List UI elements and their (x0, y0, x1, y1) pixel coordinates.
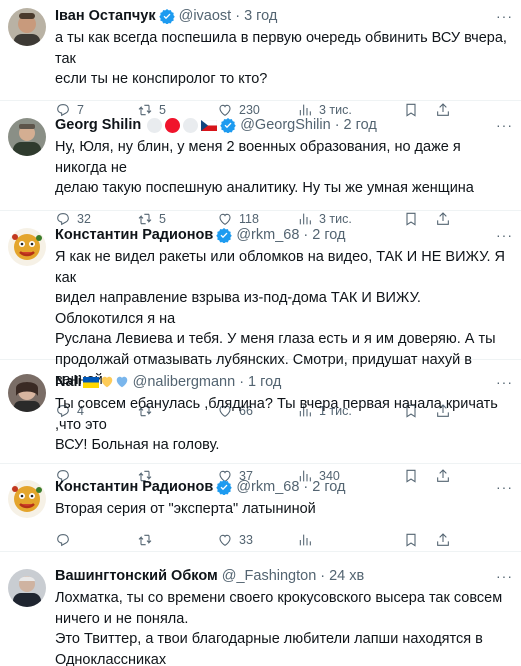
author-name[interactable]: Константин Радионов (55, 225, 213, 245)
tweet-text: Ну, Юля, ну блин, у меня 2 военных образ… (55, 139, 474, 196)
like-button[interactable]: 33 (217, 532, 297, 548)
author-handle[interactable]: @rkm_68 (236, 225, 299, 245)
tweet-text: Вторая серия от "эксперта" латыниной (55, 501, 316, 517)
separator-dot: · (320, 568, 326, 584)
reply-icon (57, 533, 69, 546)
tweet-text: Ты совсем ебанулась ,блядина? Ты вчера п… (55, 396, 498, 453)
views-button[interactable] (297, 532, 383, 548)
author-handle[interactable]: @ivaost (179, 6, 232, 26)
tweet-header: Nali @nalibergmann · 1 год ··· (55, 372, 513, 392)
heart-icon (219, 534, 231, 546)
tweet[interactable]: Константин Радионов @rkm_68 · 2 год ··· … (0, 464, 521, 552)
tweet-header: Вашингтонский Обком @_Fashington · 24 хв… (55, 566, 513, 586)
retweet-icon (138, 534, 152, 545)
czech-flag-icon (201, 119, 218, 131)
share-icon (437, 532, 449, 546)
timestamp[interactable]: 2 год (344, 115, 377, 135)
author-handle[interactable]: @nalibergmann (133, 372, 236, 392)
verified-badge-icon (158, 9, 175, 24)
verified-badge-icon (216, 480, 233, 495)
verified-badge-icon (216, 228, 233, 243)
white-circle-icon (183, 117, 199, 133)
separator-dot: · (303, 227, 309, 243)
tweet[interactable]: Вашингтонский Обком @_Fashington · 24 хв… (0, 552, 521, 666)
author-name[interactable]: Вашингтонский Обком (55, 566, 218, 586)
more-options-icon[interactable]: ··· (496, 225, 513, 245)
tweet-header: Константин Радионов @rkm_68 · 2 год ··· (55, 477, 513, 497)
author-name[interactable]: Іван Остапчук (55, 6, 156, 26)
avatar[interactable] (8, 480, 46, 518)
author-name[interactable]: Nali (55, 372, 82, 392)
verified-badge-icon (220, 118, 236, 133)
tweet-text: Лохматка, ты со времени своего крокусовс… (55, 590, 503, 666)
tweet[interactable]: Nali @nalibergmann · 1 год ··· Ты совсем… (0, 360, 521, 483)
timestamp[interactable]: 1 год (248, 372, 281, 392)
separator-dot: · (334, 117, 340, 133)
author-name[interactable]: Georg Shilin (55, 115, 141, 135)
avatar[interactable] (8, 228, 46, 266)
bookmark-button[interactable] (403, 532, 419, 548)
separator-dot: · (239, 374, 245, 390)
author-handle[interactable]: @_Fashington (222, 566, 317, 586)
more-options-icon[interactable]: ··· (496, 372, 513, 392)
separator-dot: · (235, 8, 241, 24)
more-options-icon[interactable]: ··· (496, 115, 513, 135)
tweet-header: Georg Shilin @GeorgShilin · 2 год ··· (55, 115, 513, 135)
blue-heart-icon (116, 376, 127, 388)
avatar[interactable] (8, 374, 46, 412)
more-options-icon[interactable]: ··· (496, 477, 513, 497)
author-handle[interactable]: @rkm_68 (236, 477, 299, 497)
like-count: 33 (239, 532, 253, 547)
share-button[interactable] (435, 532, 451, 548)
timestamp[interactable]: 2 год (312, 477, 345, 497)
ukraine-flag-icon (82, 376, 99, 388)
tweet[interactable]: Іван Остапчук @ivaost · 3 год ··· а ты к… (0, 0, 521, 117)
tweet[interactable]: Константин Радионов @rkm_68 · 2 год ··· … (0, 211, 521, 418)
tweet-text: а ты как всегда поспешила в первую очере… (55, 30, 507, 87)
tweet[interactable]: Georg Shilin @GeorgShilin · 2 год ··· Ну… (0, 101, 521, 226)
author-handle[interactable]: @GeorgShilin (240, 115, 330, 135)
avatar[interactable] (8, 118, 46, 156)
avatar[interactable] (8, 569, 46, 607)
red-circle-icon (165, 117, 181, 133)
yellow-heart-icon (101, 376, 112, 388)
retweet-button[interactable] (137, 532, 217, 548)
avatar[interactable] (8, 8, 46, 46)
timestamp[interactable]: 24 хв (329, 566, 364, 586)
white-circle-icon (147, 117, 163, 133)
more-options-icon[interactable]: ··· (496, 6, 513, 26)
author-name[interactable]: Константин Радионов (55, 477, 213, 497)
reply-button[interactable] (55, 532, 137, 548)
separator-dot: · (303, 479, 309, 495)
timestamp[interactable]: 3 год (244, 6, 277, 26)
more-options-icon[interactable]: ··· (496, 566, 513, 586)
views-icon (299, 534, 311, 545)
tweet-header: Константин Радионов @rkm_68 · 2 год ··· (55, 225, 513, 245)
bookmark-icon (406, 533, 416, 547)
tweet-header: Іван Остапчук @ivaost · 3 год ··· (55, 6, 513, 26)
timestamp[interactable]: 2 год (312, 225, 345, 245)
action-bar: 33 (55, 530, 511, 550)
